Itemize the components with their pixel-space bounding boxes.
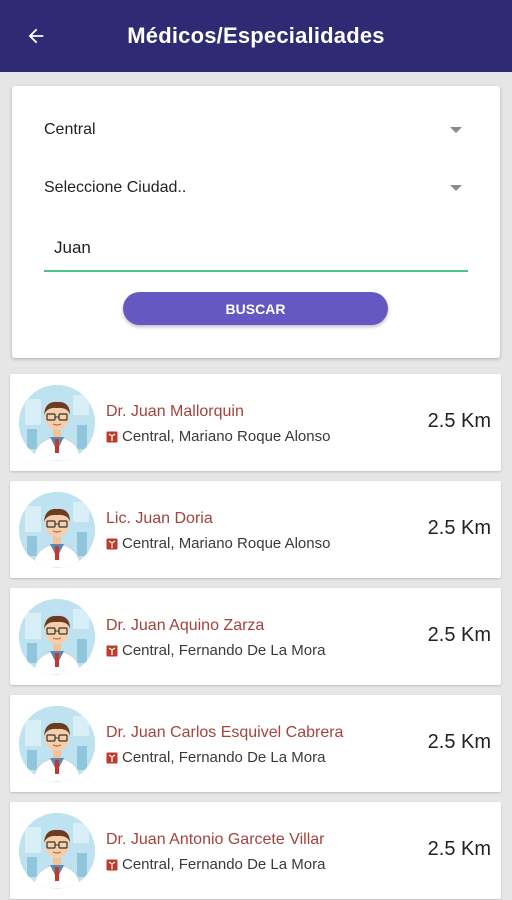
doctor-name: Dr. Juan Antonio Garcete Villar bbox=[106, 831, 325, 848]
doctor-result-card[interactable]: Dr. Juan Antonio Garcete Villar Central,… bbox=[10, 802, 501, 899]
doctor-distance: 2.5 Km bbox=[427, 410, 491, 432]
app-bar: Médicos/Especialidades bbox=[0, 0, 512, 72]
caret-down-icon bbox=[450, 185, 462, 191]
doctor-distance: 2.5 Km bbox=[427, 838, 491, 860]
map-pin-icon bbox=[106, 538, 118, 549]
map-pin-icon bbox=[106, 752, 118, 763]
doctor-distance: 2.5 Km bbox=[427, 517, 491, 539]
doctor-result-card[interactable]: Dr. Juan Aquino Zarza Central, Fernando … bbox=[10, 588, 501, 685]
doctor-distance: 2.5 Km bbox=[427, 731, 491, 753]
page-title: Médicos/Especialidades bbox=[127, 23, 385, 48]
doctor-avatar bbox=[19, 813, 95, 889]
doctor-name: Lic. Juan Doria bbox=[106, 510, 213, 527]
doctor-result-card[interactable]: Lic. Juan Doria Central, Mariano Roque A… bbox=[10, 481, 501, 578]
doctor-avatar bbox=[19, 599, 95, 675]
doctor-location-text: Central, Fernando De La Mora bbox=[122, 856, 326, 873]
doctor-location: Central, Fernando De La Mora bbox=[106, 642, 325, 659]
doctor-location: Central, Mariano Roque Alonso bbox=[106, 428, 330, 445]
doctor-avatar bbox=[19, 385, 95, 461]
doctor-avatar bbox=[19, 706, 95, 782]
doctor-location-text: Central, Mariano Roque Alonso bbox=[122, 535, 331, 552]
map-pin-icon bbox=[106, 859, 118, 870]
city-dropdown-placeholder: Seleccione Ciudad.. bbox=[44, 179, 187, 196]
arrow-left-icon bbox=[28, 28, 44, 44]
doctor-result-card[interactable]: Dr. Juan Mallorquin Central, Mariano Roq… bbox=[10, 374, 501, 471]
search-card: Central Seleccione Ciudad.. BUSCAR bbox=[12, 86, 500, 358]
search-button[interactable]: BUSCAR bbox=[123, 292, 388, 325]
doctor-avatar bbox=[19, 492, 95, 568]
name-search-input[interactable] bbox=[44, 226, 468, 272]
doctor-name: Dr. Juan Carlos Esquivel Cabrera bbox=[106, 724, 344, 741]
doctor-result-card[interactable]: Dr. Juan Carlos Esquivel Cabrera Central… bbox=[10, 695, 501, 792]
doctor-name: Dr. Juan Mallorquin bbox=[106, 403, 244, 420]
doctor-location: Central, Fernando De La Mora bbox=[106, 749, 325, 766]
doctor-location-text: Central, Fernando De La Mora bbox=[122, 642, 326, 659]
map-pin-icon bbox=[106, 645, 118, 656]
doctor-location-text: Central, Mariano Roque Alonso bbox=[122, 428, 331, 445]
doctor-location: Central, Fernando De La Mora bbox=[106, 856, 325, 873]
doctor-location: Central, Mariano Roque Alonso bbox=[106, 535, 330, 552]
city-dropdown[interactable]: Seleccione Ciudad.. bbox=[44, 170, 468, 206]
map-pin-icon bbox=[106, 431, 118, 442]
doctor-distance: 2.5 Km bbox=[427, 624, 491, 646]
doctor-location-text: Central, Fernando De La Mora bbox=[122, 749, 326, 766]
back-button[interactable] bbox=[22, 22, 50, 50]
department-dropdown[interactable]: Central bbox=[44, 112, 468, 148]
department-dropdown-value: Central bbox=[44, 121, 96, 138]
doctor-name: Dr. Juan Aquino Zarza bbox=[106, 617, 265, 634]
caret-down-icon bbox=[450, 127, 462, 133]
